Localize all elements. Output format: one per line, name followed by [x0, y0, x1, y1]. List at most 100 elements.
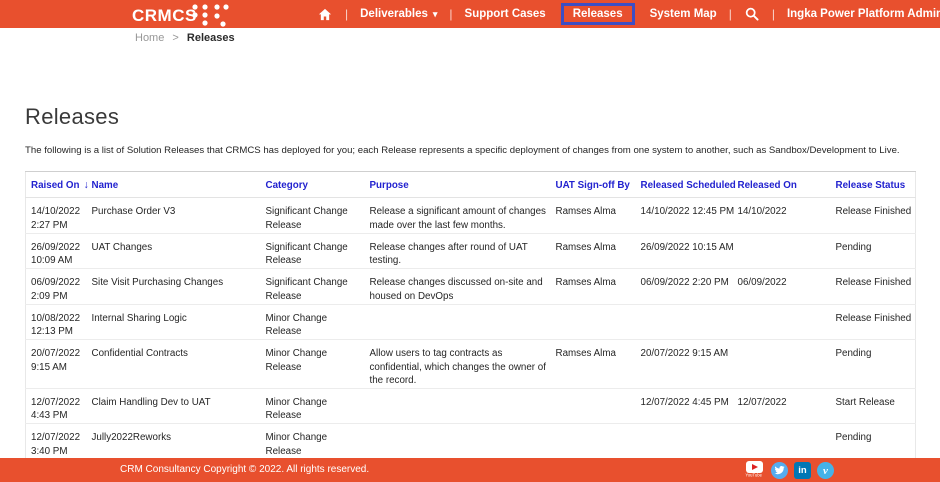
cell-release-status: Start Release	[835, 396, 895, 408]
user-menu-label: Ingka Power Platform Admin	[786, 8, 940, 20]
cell-released-on	[738, 233, 836, 269]
cell-raised-on: 26/09/2022 10:09 AM	[31, 241, 81, 267]
youtube-icon	[745, 461, 763, 473]
vimeo-link[interactable]: v	[817, 462, 834, 479]
breadcrumb-current: Releases	[186, 32, 235, 44]
cell-purpose: Release changes discussed on-site and ho…	[369, 277, 543, 302]
table-row: 12/07/2022 4:43 PM Claim Handling Dev to…	[25, 388, 916, 424]
nav-label: Support Cases	[464, 8, 546, 20]
cell-released-scheduled: 06/09/2022 2:20 PM	[640, 277, 729, 288]
cell-release-status: Pending	[835, 432, 872, 443]
cell-purpose: Release a significant amount of changes …	[369, 206, 546, 231]
cell-released-scheduled	[641, 424, 738, 460]
releases-table: Raised On ↓ Name Category Purpose UAT Sig…	[25, 171, 916, 482]
column-header-category[interactable]: Category	[266, 172, 370, 198]
cell-raised-on: 12/07/2022 3:40 PM	[31, 432, 81, 457]
column-header-purpose[interactable]: Purpose	[370, 172, 556, 198]
nav-item-system-map[interactable]: System Map	[639, 8, 728, 20]
crmcs-logo[interactable]: CRMCS	[132, 1, 229, 31]
search-icon	[745, 7, 759, 21]
cell-uat-sign-off-by	[556, 424, 641, 460]
cell-released-on: 12/07/2022	[737, 396, 787, 408]
linkedin-icon: in	[798, 465, 807, 476]
column-header-released-on[interactable]: Released On	[738, 172, 836, 198]
cell-raised-on: 12/07/2022 4:43 PM	[31, 396, 81, 422]
cell-category: Minor Change Release	[265, 432, 328, 457]
table-row: 06/09/2022 2:09 PM Site Visit Purchasing…	[25, 269, 916, 304]
cell-raised-on: 20/07/2022 9:15 AM	[31, 348, 81, 373]
breadcrumb-separator: >	[172, 32, 179, 44]
user-menu[interactable]: Ingka Power Platform Admin ▾	[776, 8, 940, 20]
cell-release-status: Release Finished	[835, 312, 912, 324]
cell-released-on: 14/10/2022	[737, 206, 787, 217]
cell-purpose: Release changes after round of UAT testi…	[369, 241, 528, 267]
cell-name: Purchase Order V3	[91, 206, 176, 217]
nav-label: Releases	[572, 8, 623, 20]
cell-uat-sign-off-by	[556, 388, 641, 424]
column-header-raised-on[interactable]: Raised On ↓	[26, 172, 92, 198]
cell-raised-on: 10/08/2022 12:13 PM	[31, 312, 81, 338]
page-title: Releases	[25, 104, 120, 129]
social-links: YouTube in v	[743, 461, 834, 482]
home-icon	[318, 8, 332, 20]
table-row: 26/09/2022 10:09 AM UAT Changes Signific…	[25, 233, 916, 269]
cell-released-scheduled: 14/10/2022 12:45 PM	[640, 206, 735, 217]
cell-category: Minor Change Release	[265, 396, 328, 422]
cell-released-on	[738, 424, 836, 460]
twitter-icon	[774, 466, 785, 475]
column-header-uat-sign-off-by[interactable]: UAT Sign-off By	[556, 172, 641, 198]
cell-purpose	[370, 304, 556, 340]
table-row: 20/07/2022 9:15 AM Confidential Contract…	[25, 340, 916, 389]
cell-name: Internal Sharing Logic	[91, 312, 187, 324]
youtube-icon-label: YouTube	[745, 473, 763, 478]
linkedin-link[interactable]: in	[794, 462, 811, 479]
vimeo-icon: v	[823, 464, 828, 477]
cell-uat-sign-off-by: Ramses Alma	[555, 277, 616, 288]
main-content: Releases The following is a list of Solu…	[0, 46, 940, 482]
youtube-link[interactable]: YouTube	[743, 461, 765, 482]
logo-text: CRMCS	[132, 6, 197, 25]
cell-release-status: Release Finished	[835, 206, 912, 217]
cell-release-status: Release Finished	[835, 277, 912, 288]
cell-released-on: 06/09/2022	[737, 277, 787, 288]
nav-item-deliverables[interactable]: Deliverables ▾	[349, 8, 448, 20]
cell-released-scheduled: 20/07/2022 9:15 AM	[640, 348, 729, 359]
cell-purpose	[370, 424, 556, 460]
cell-uat-sign-off-by: Ramses Alma	[555, 348, 616, 359]
cell-category: Minor Change Release	[265, 312, 328, 338]
table-row: 14/10/2022 2:27 PM Purchase Order V3 Sig…	[25, 198, 916, 233]
cell-category: Significant Change Release	[265, 206, 348, 231]
table-row: 10/08/2022 12:13 PM Internal Sharing Log…	[25, 304, 916, 340]
column-label: Raised On	[31, 180, 80, 191]
cell-released-scheduled: 12/07/2022 4:45 PM	[640, 396, 729, 408]
cell-purpose	[370, 388, 556, 424]
page-description: The following is a list of Solution Rele…	[25, 145, 900, 156]
cell-released-scheduled	[641, 304, 738, 340]
home-nav-button[interactable]	[306, 8, 344, 21]
cell-uat-sign-off-by: Ramses Alma	[555, 206, 616, 217]
cell-raised-on: 14/10/2022 2:27 PM	[31, 206, 81, 231]
cell-category: Minor Change Release	[265, 348, 328, 373]
nav-item-support-cases[interactable]: Support Cases	[454, 8, 557, 20]
page-footer: CRM Consultancy Copyright © 2022. All ri…	[0, 458, 940, 482]
breadcrumb-home-link[interactable]: Home	[135, 32, 164, 44]
top-navigation-bar: CRMCS | Deliverables ▾ | Support Cases R…	[0, 0, 940, 28]
column-header-released-scheduled[interactable]: Released Scheduled	[641, 172, 738, 198]
search-button[interactable]	[733, 7, 771, 21]
nav-item-releases[interactable]: Releases	[560, 3, 635, 25]
cell-name: Confidential Contracts	[91, 348, 188, 359]
cell-release-status: Pending	[835, 241, 872, 253]
cell-category: Significant Change Release	[265, 241, 348, 267]
cell-category: Significant Change Release	[265, 277, 348, 302]
cell-raised-on: 06/09/2022 2:09 PM	[31, 277, 81, 302]
table-header-row: Raised On ↓ Name Category Purpose UAT Sig…	[25, 171, 916, 198]
column-header-name[interactable]: Name	[92, 172, 266, 198]
cell-uat-sign-off-by	[556, 304, 641, 340]
cell-released-on	[738, 340, 836, 389]
cell-name: Claim Handling Dev to UAT	[91, 396, 211, 408]
twitter-link[interactable]	[771, 462, 788, 479]
column-header-release-status[interactable]: Release Status	[836, 172, 916, 198]
cell-release-status: Pending	[835, 348, 872, 359]
cell-name: Jully2022Reworks	[91, 432, 172, 443]
cell-released-scheduled: 26/09/2022 10:15 AM	[640, 241, 734, 253]
